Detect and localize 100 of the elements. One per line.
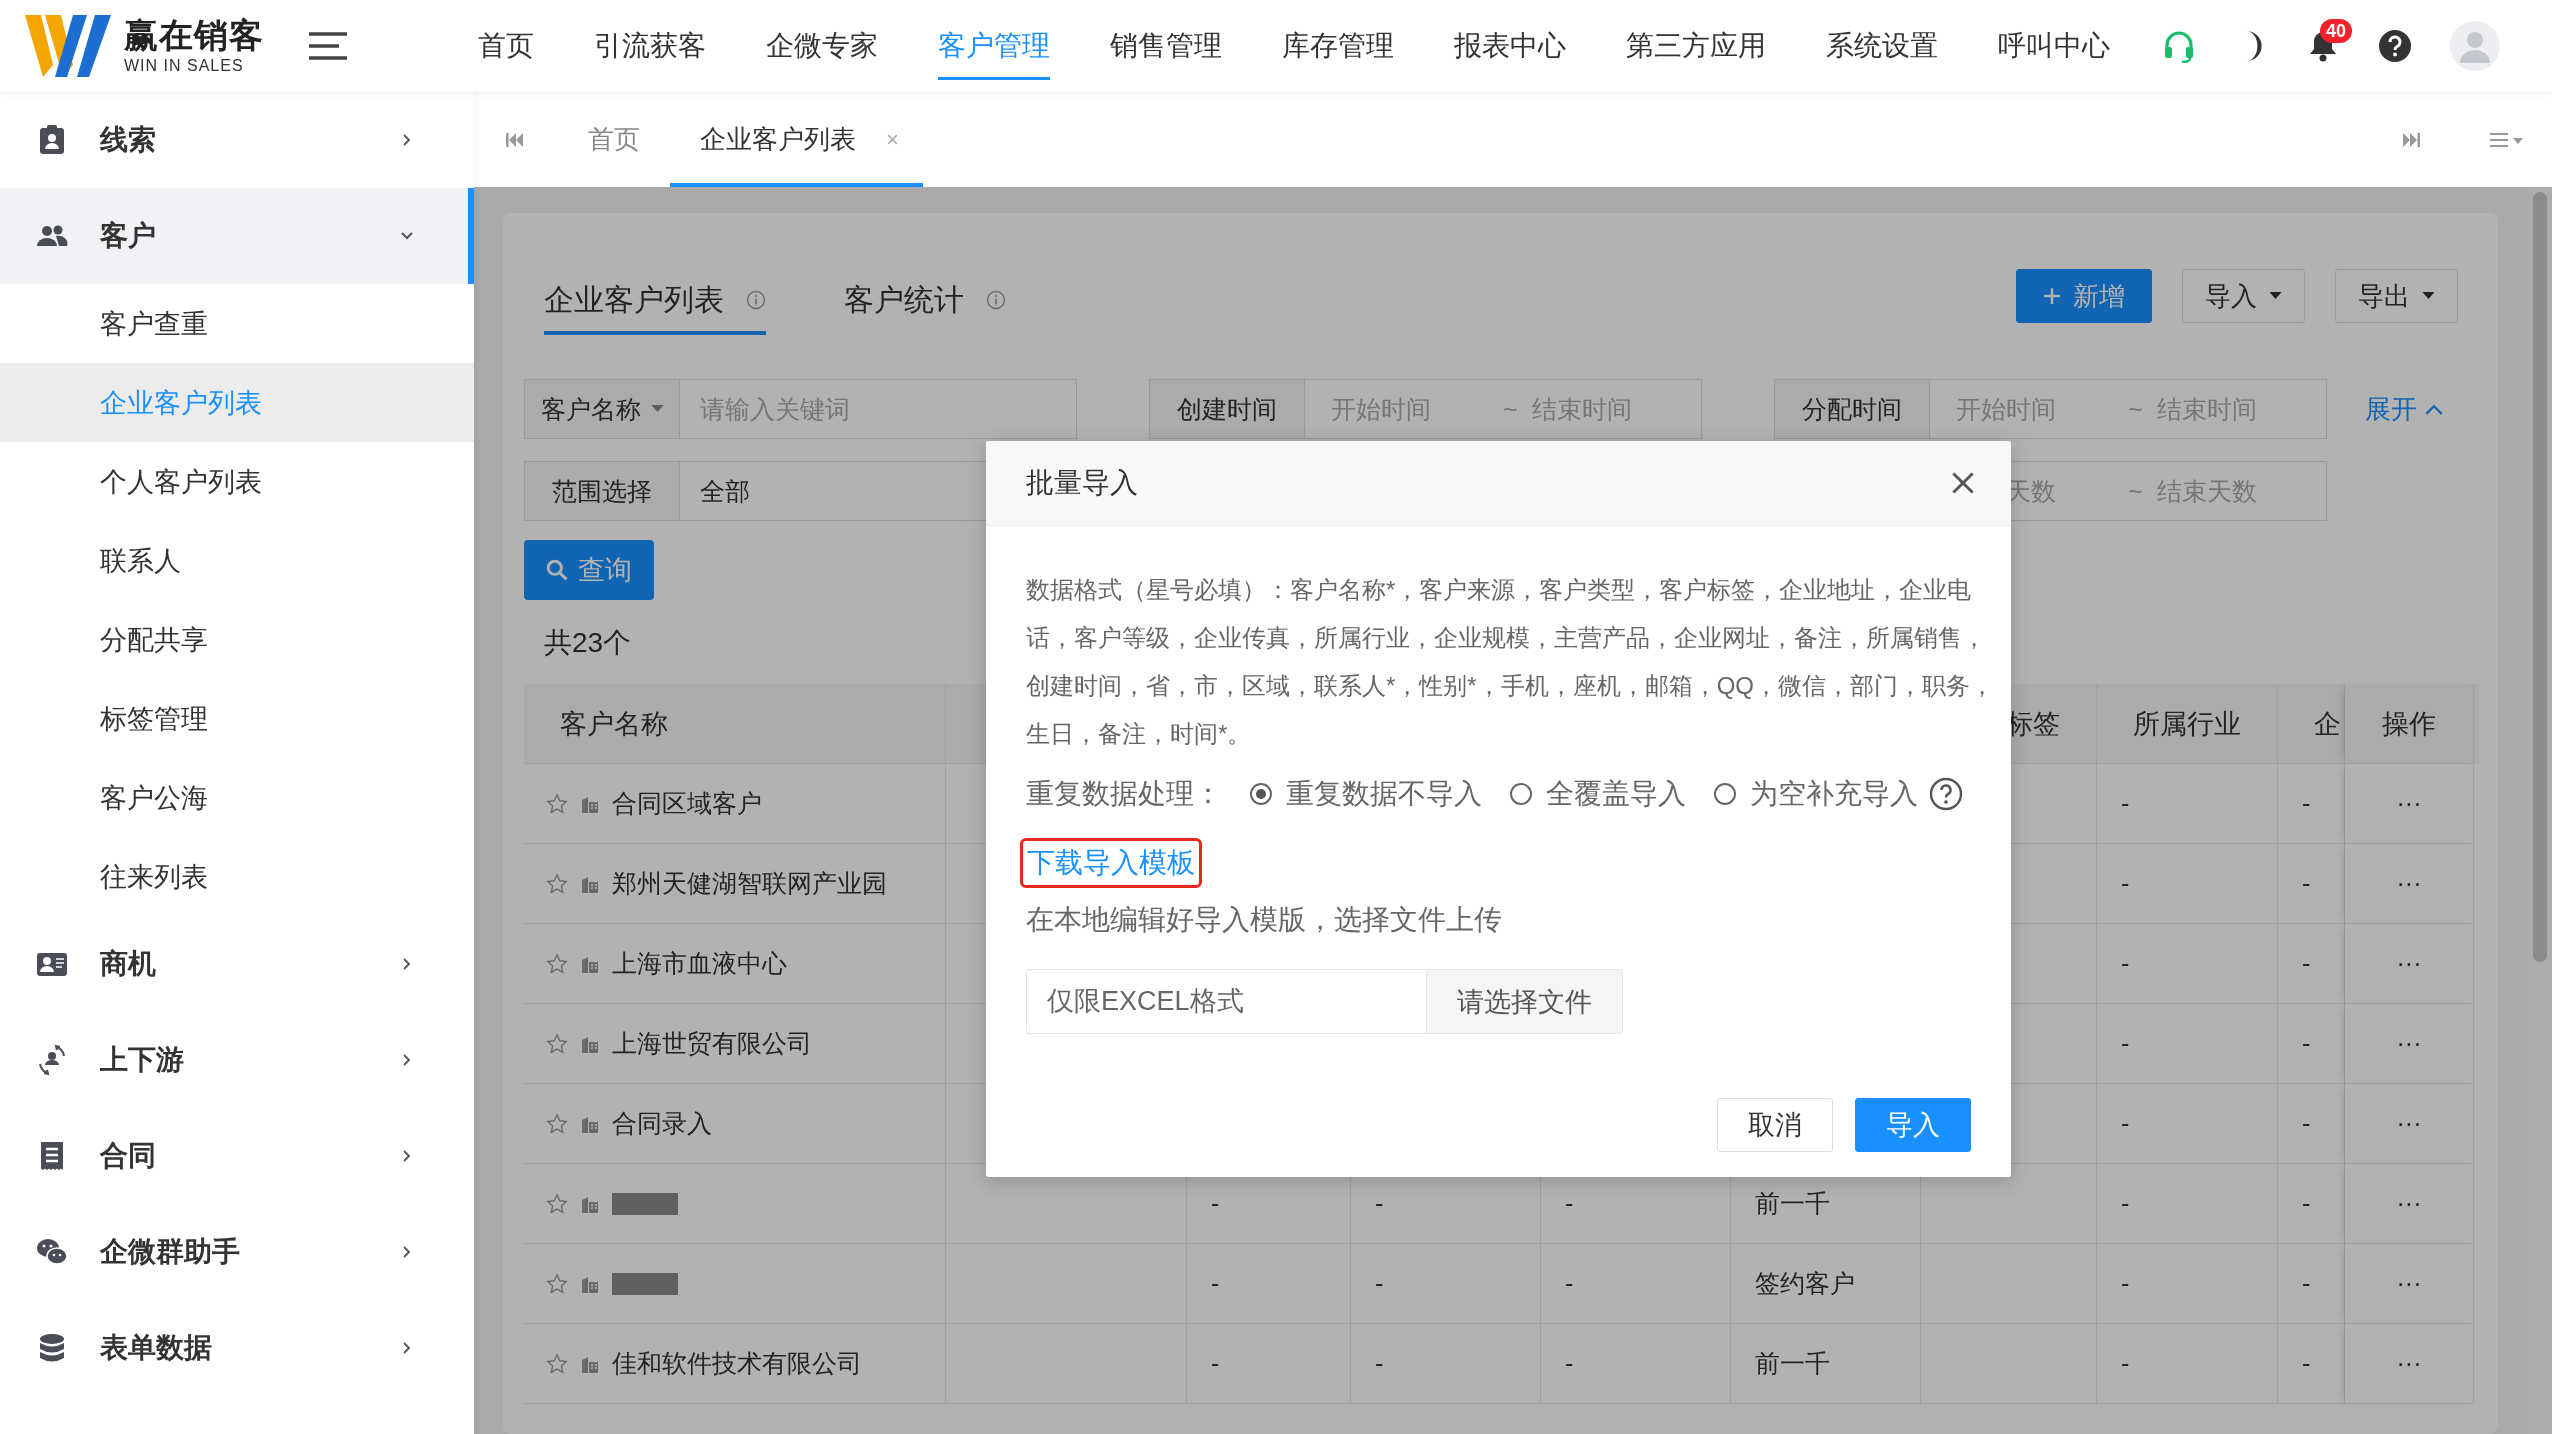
menu-icon[interactable] bbox=[308, 31, 348, 61]
brand-name: 赢在销客 bbox=[124, 18, 264, 52]
customer-name[interactable]: 郑州天健湖智联网产业园 bbox=[612, 867, 887, 900]
caret-icon bbox=[2269, 292, 2282, 300]
nav-item[interactable]: 第三方应用 bbox=[1596, 0, 1796, 92]
radio-button[interactable] bbox=[1250, 783, 1272, 805]
radio-option[interactable]: 为空补充导入 bbox=[1714, 775, 1918, 813]
star-icon[interactable] bbox=[546, 792, 568, 815]
view-tab[interactable]: 客户统计 bbox=[844, 280, 1006, 335]
tab[interactable]: 企业客户列表 × bbox=[670, 92, 923, 187]
star-icon[interactable] bbox=[546, 872, 568, 895]
end-date-placeholder: 结束时间 bbox=[1531, 393, 1632, 425]
nav-item[interactable]: 库存管理 bbox=[1252, 0, 1424, 92]
field-select[interactable]: 客户名称 bbox=[524, 379, 680, 439]
sidebar-subitem[interactable]: 往来列表 bbox=[0, 837, 474, 916]
star-icon[interactable] bbox=[546, 1192, 568, 1215]
customer-name[interactable]: 佳和软件技术有限公司 bbox=[612, 1347, 862, 1380]
more-actions-cell[interactable]: ··· bbox=[2345, 924, 2474, 1004]
last-page-icon[interactable] bbox=[2402, 132, 2420, 147]
table-cell: - bbox=[2097, 764, 2278, 844]
more-actions-cell[interactable]: ··· bbox=[2345, 844, 2474, 924]
avatar-icon[interactable] bbox=[2450, 21, 2500, 71]
info-icon bbox=[746, 290, 766, 310]
choose-file-button[interactable]: 请选择文件 bbox=[1426, 969, 1623, 1034]
customer-name[interactable]: 合同录入 bbox=[612, 1107, 712, 1140]
range-separator: ~ bbox=[2128, 476, 2143, 506]
keyword-input[interactable]: 请输入关键词 bbox=[680, 379, 1077, 439]
sidebar-item[interactable]: 上下游 bbox=[0, 1012, 474, 1108]
nav-item[interactable]: 报表中心 bbox=[1424, 0, 1596, 92]
sidebar-item[interactable]: 商机 bbox=[0, 916, 474, 1012]
nav-item[interactable]: 销售管理 bbox=[1080, 0, 1252, 92]
nav-item[interactable]: 引流获客 bbox=[564, 0, 736, 92]
column-header: 操作 bbox=[2345, 684, 2474, 764]
end-day-placeholder: 结束天数 bbox=[2156, 475, 2257, 507]
customer-name[interactable]: 合同区域客户 bbox=[612, 787, 762, 820]
radio-option[interactable]: 重复数据不导入 bbox=[1250, 775, 1482, 813]
start-date-placeholder: 开始时间 bbox=[1956, 393, 2056, 425]
nav-item[interactable]: 首页 bbox=[448, 0, 564, 92]
sidebar-subitem[interactable]: 客户公海 bbox=[0, 758, 474, 837]
dropdown-button[interactable]: 导出 bbox=[2335, 269, 2458, 323]
plus-icon bbox=[2043, 287, 2061, 305]
caret-icon bbox=[2422, 292, 2435, 300]
close-icon[interactable] bbox=[1951, 471, 1975, 495]
star-icon[interactable] bbox=[546, 1032, 568, 1055]
list-menu-icon[interactable] bbox=[2490, 131, 2524, 148]
view-tab[interactable]: 企业客户列表 bbox=[544, 280, 766, 335]
info-icon bbox=[986, 290, 1006, 310]
brand-tagline: WIN IN SALES bbox=[124, 58, 245, 74]
table-cell: - bbox=[2097, 1164, 2278, 1244]
person-arrows-icon bbox=[36, 1044, 68, 1076]
radio-button[interactable] bbox=[1714, 783, 1736, 805]
customer-name[interactable]: 上海市血液中心 bbox=[612, 947, 787, 980]
radio-option[interactable]: 全覆盖导入 bbox=[1510, 775, 1686, 813]
star-icon[interactable] bbox=[546, 1272, 568, 1295]
table-cell: - bbox=[2097, 924, 2278, 1004]
more-actions-cell[interactable]: ··· bbox=[2345, 1244, 2474, 1324]
sidebar-subitem[interactable]: 标签管理 bbox=[0, 679, 474, 758]
file-input[interactable]: 仅限EXCEL格式 bbox=[1026, 969, 1426, 1034]
filter-label: 创建时间 bbox=[1149, 379, 1305, 439]
star-icon[interactable] bbox=[546, 1112, 568, 1135]
table-cell: - bbox=[1351, 1324, 1541, 1404]
headset-icon[interactable] bbox=[2162, 29, 2196, 63]
sidebar-subitem[interactable]: 个人客户列表 bbox=[0, 442, 474, 521]
table-cell: - bbox=[2097, 1084, 2278, 1164]
sidebar-subitem[interactable]: 联系人 bbox=[0, 521, 474, 600]
more-actions-cell[interactable]: ··· bbox=[2345, 1004, 2474, 1084]
table-cell: - bbox=[1351, 1244, 1541, 1324]
customer-name[interactable]: 上海世贸有限公司 bbox=[612, 1027, 812, 1060]
nav-item[interactable]: 系统设置 bbox=[1796, 0, 1968, 92]
nav-item[interactable]: 呼叫中心 bbox=[1968, 0, 2140, 92]
help-icon[interactable] bbox=[2378, 29, 2412, 63]
sidebar-item[interactable]: 线索 bbox=[0, 92, 474, 188]
more-actions-cell[interactable]: ··· bbox=[2345, 764, 2474, 844]
table-cell: 签约客户 bbox=[1731, 1244, 1921, 1324]
more-actions-cell[interactable]: ··· bbox=[2345, 1084, 2474, 1164]
radio-button[interactable] bbox=[1510, 783, 1532, 805]
scrollbar[interactable] bbox=[2528, 187, 2552, 1434]
first-page-icon[interactable] bbox=[506, 132, 524, 147]
star-icon[interactable] bbox=[546, 1352, 568, 1375]
star-icon[interactable] bbox=[546, 952, 568, 975]
dropdown-button[interactable]: 导入 bbox=[2182, 269, 2305, 323]
sidebar-item[interactable]: 企微群助手 bbox=[0, 1204, 474, 1300]
filter-label: 范围选择 bbox=[524, 461, 680, 521]
sidebar-item[interactable]: 表单数据 bbox=[0, 1300, 474, 1396]
help-icon[interactable] bbox=[1929, 777, 1963, 811]
more-actions-cell[interactable]: ··· bbox=[2345, 1164, 2474, 1244]
cancel-button[interactable]: 取消 bbox=[1717, 1098, 1833, 1152]
table-cell: - bbox=[2097, 1324, 2278, 1404]
column-header: 客户名称 bbox=[524, 684, 946, 764]
sidebar-item[interactable]: 合同 bbox=[0, 1108, 474, 1204]
range-separator: ~ bbox=[1503, 394, 1518, 424]
more-actions-cell[interactable]: ··· bbox=[2345, 1324, 2474, 1404]
nav-item[interactable]: 企微专家 bbox=[736, 0, 908, 92]
sidebar-subitem[interactable]: 客户查重 bbox=[0, 284, 474, 363]
end-date-placeholder: 结束时间 bbox=[2156, 393, 2257, 425]
range-separator: ~ bbox=[2128, 394, 2143, 424]
chevron-up-icon bbox=[2425, 403, 2443, 415]
sidebar-subitem[interactable]: 分配共享 bbox=[0, 600, 474, 679]
tab[interactable]: 首页 bbox=[570, 92, 670, 187]
sidebar-item[interactable]: 客户 bbox=[0, 188, 474, 284]
